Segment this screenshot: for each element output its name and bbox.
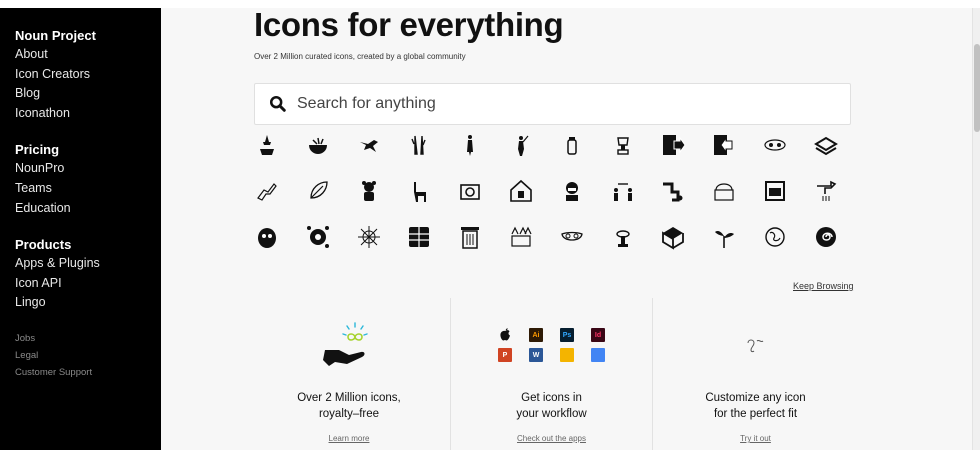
dragon-icon[interactable] [252, 176, 282, 206]
map-icon[interactable] [404, 222, 434, 252]
market-icon[interactable] [506, 222, 536, 252]
try-it-out-link[interactable]: Try it out [653, 434, 858, 443]
google-docs-icon [591, 348, 605, 362]
sidebar-link-icon-creators[interactable]: Icon Creators [15, 65, 161, 85]
capsules-icon[interactable] [760, 130, 790, 160]
bird-icon[interactable] [354, 130, 384, 160]
sidebar-link-blog[interactable]: Blog [15, 84, 161, 104]
sidebar-link-iconathon[interactable]: Iconathon [15, 104, 161, 124]
hand-infinity-icon [248, 320, 450, 370]
sidebar-group-footer: Jobs Legal Customer Support [15, 330, 161, 381]
keep-browsing-link[interactable]: Keep Browsing [793, 281, 854, 291]
spiral-icon[interactable] [811, 222, 841, 252]
sidebar-link-lingo[interactable]: Lingo [15, 293, 161, 313]
feature-customize: Customize any icon for the perfect fit T… [653, 298, 858, 450]
feature-title-line: royalty–free [318, 408, 380, 420]
planet-icon[interactable] [760, 222, 790, 252]
sidebar-link-teams[interactable]: Teams [15, 179, 161, 199]
stove-icon[interactable] [760, 176, 790, 206]
sidebar-link-about[interactable]: About [15, 45, 161, 65]
search-bar[interactable] [254, 83, 851, 125]
spider-web-icon[interactable] [354, 222, 384, 252]
scrollbar-thumb[interactable] [974, 44, 980, 132]
sandwich-icon[interactable] [811, 130, 841, 160]
apps-grid: Ai Ps Id P W [451, 320, 652, 370]
plant-icon[interactable] [709, 222, 739, 252]
doctor-icon[interactable] [557, 176, 587, 206]
feature-title-line: Customize any icon [705, 392, 806, 404]
sidebar-heading-products[interactable]: Products [15, 235, 161, 254]
distance-icon[interactable] [608, 176, 638, 206]
box-icon[interactable] [658, 222, 688, 252]
sidebar-link-customer-support[interactable]: Customer Support [15, 364, 161, 381]
logout-icon[interactable] [709, 130, 739, 160]
search-icon[interactable] [269, 95, 287, 113]
llama-icon[interactable] [404, 176, 434, 206]
sidebar-link-jobs[interactable]: Jobs [15, 330, 161, 347]
sidebar-link-education[interactable]: Education [15, 199, 161, 219]
feature-title-line: for the perfect fit [713, 408, 798, 420]
basket-icon[interactable] [709, 176, 739, 206]
page-subtitle: Over 2 Million curated icons, created by… [254, 52, 466, 61]
sidebar-group-noun-project: Noun Project About Icon Creators Blog Ic… [15, 26, 161, 123]
illustrator-icon: Ai [529, 328, 543, 342]
indesign-icon: Id [591, 328, 605, 342]
faucet-icon[interactable] [811, 176, 841, 206]
trash-bin-icon[interactable] [455, 222, 485, 252]
trophy-icon[interactable] [608, 130, 638, 160]
sidebar-link-icon-api[interactable]: Icon API [15, 274, 161, 294]
login-icon[interactable] [658, 130, 688, 160]
fountain-icon[interactable] [608, 222, 638, 252]
sidebar-link-apps-plugins[interactable]: Apps & Plugins [15, 254, 161, 274]
sidebar-group-products: Products Apps & Plugins Icon API Lingo [15, 235, 161, 313]
powerpoint-icon: P [498, 348, 512, 362]
photoshop-icon: Ps [560, 328, 574, 342]
woman-icon[interactable] [455, 130, 485, 160]
house-icon[interactable] [506, 176, 536, 206]
sidebar-heading-noun-project[interactable]: Noun Project [15, 26, 161, 45]
features-section: Over 2 Million icons, royalty–free Learn… [248, 298, 858, 450]
page-title: Icons for everything [254, 6, 564, 43]
scrollbar[interactable] [972, 8, 980, 450]
feature-royalty-free: Over 2 Million icons, royalty–free Learn… [248, 298, 450, 450]
sidebar-link-nounpro[interactable]: NounPro [15, 159, 161, 179]
google-slides-icon [560, 348, 574, 362]
sidebar: Noun Project About Icon Creators Blog Ic… [0, 8, 161, 450]
camera-icon[interactable] [455, 176, 485, 206]
feature-title: Customize any icon for the perfect fit [653, 390, 858, 422]
search-input[interactable] [297, 95, 817, 113]
virus-icon[interactable] [303, 222, 333, 252]
check-out-apps-link[interactable]: Check out the apps [451, 434, 652, 443]
learn-more-link[interactable]: Learn more [248, 434, 450, 443]
jar-icon[interactable] [557, 130, 587, 160]
monster-icon[interactable] [252, 222, 282, 252]
feature-title: Get icons in your workflow [451, 390, 652, 422]
feature-title-line: Over 2 Million icons, [297, 392, 401, 404]
mask-icon[interactable] [557, 222, 587, 252]
trees-icon[interactable] [404, 130, 434, 160]
bowl-icon[interactable] [303, 130, 333, 160]
feature-title-line: your workflow [516, 408, 587, 420]
hunter-icon[interactable] [506, 130, 536, 160]
sidebar-heading-pricing[interactable]: Pricing [15, 140, 161, 159]
word-icon: W [529, 348, 543, 362]
bear-icon[interactable] [354, 176, 384, 206]
leaf-icon[interactable] [303, 176, 333, 206]
feature-title: Over 2 Million icons, royalty–free [248, 390, 450, 422]
pipe-icon[interactable] [658, 176, 688, 206]
sidebar-group-pricing: Pricing NounPro Teams Education [15, 140, 161, 218]
customize-icon [653, 320, 858, 370]
feature-workflow: Ai Ps Id P W Get icons in your workflow Chec… [450, 298, 653, 450]
feature-title-line: Get icons in [521, 392, 582, 404]
apple-icon [498, 328, 512, 342]
sidebar-link-legal[interactable]: Legal [15, 347, 161, 364]
plant-pot-icon[interactable] [252, 130, 282, 160]
